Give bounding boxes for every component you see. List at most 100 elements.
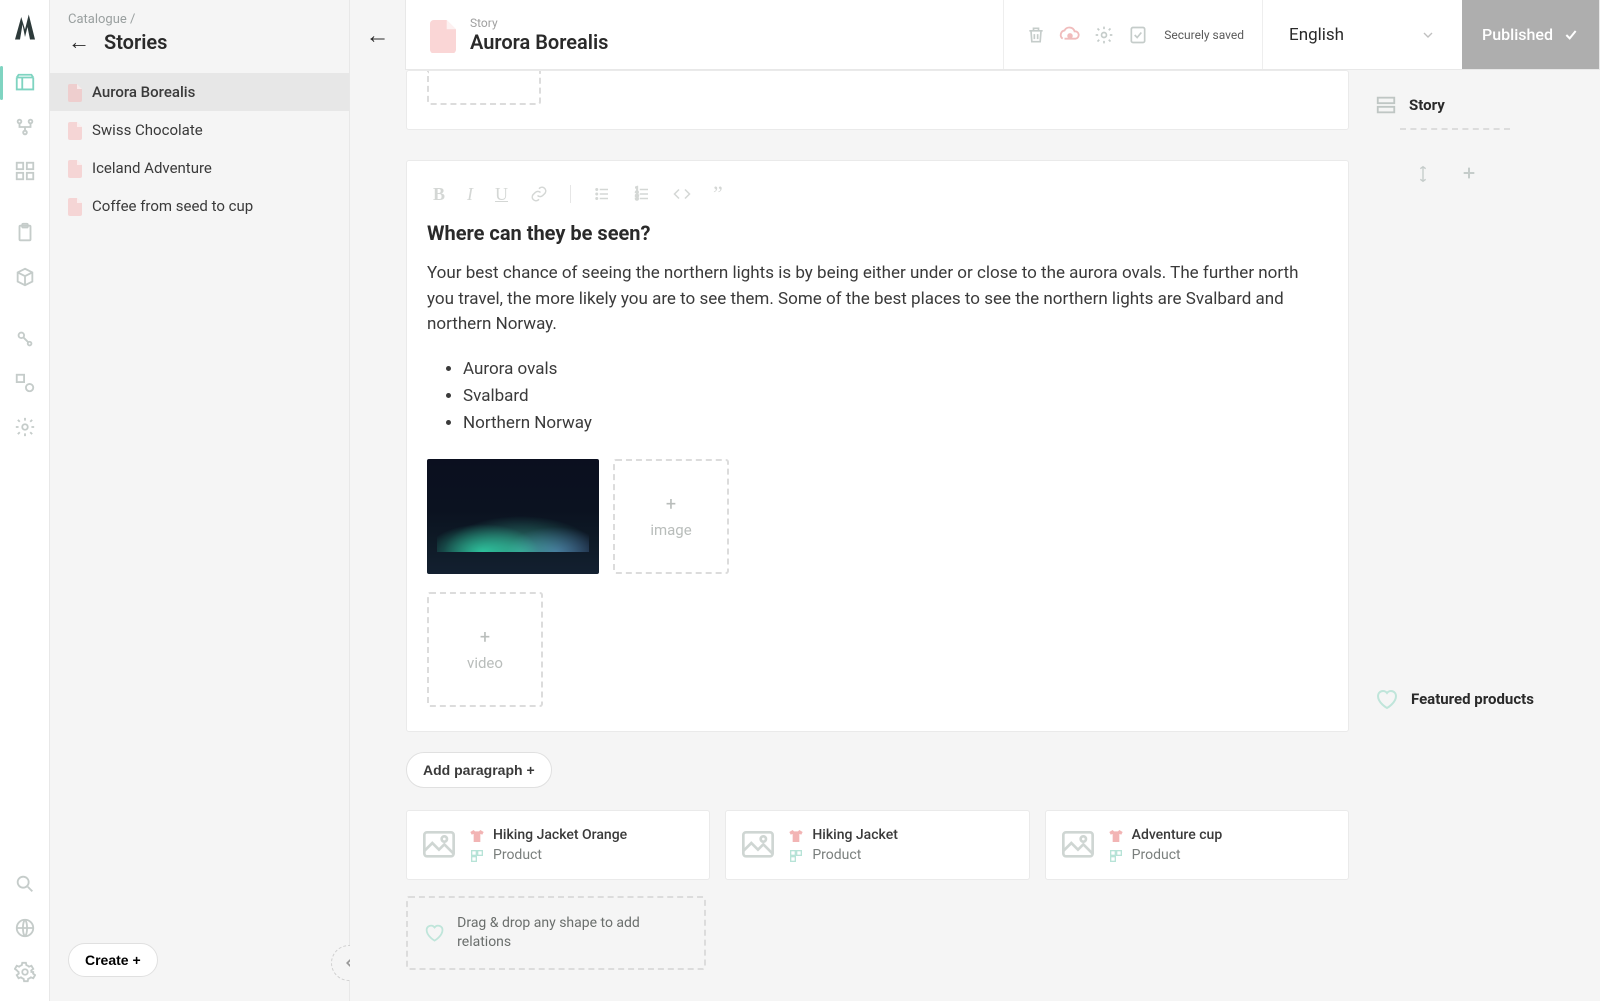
nav-locale-icon[interactable] (14, 917, 36, 939)
add-paragraph-button[interactable]: Add paragraph + (406, 752, 552, 788)
document-icon (68, 198, 82, 214)
sidebar-item-aurora[interactable]: Aurora Borealis (50, 73, 349, 111)
check-icon (1563, 27, 1579, 43)
component-label-story: Story (1375, 94, 1445, 116)
nav-gear-icon[interactable] (14, 961, 36, 983)
language-value: English (1289, 25, 1344, 45)
settings-icon[interactable] (1090, 21, 1118, 49)
add-image-button[interactable]: + image (613, 459, 729, 574)
product-name: Hiking Jacket Orange (493, 827, 627, 843)
heart-icon (424, 923, 445, 943)
list-item: Svalbard (463, 383, 1328, 410)
component-label-text: Featured products (1411, 690, 1534, 708)
relations-hint: Drag & drop any shape to add relations (457, 914, 688, 952)
unpublish-icon[interactable] (1056, 21, 1084, 49)
nav-clipboard-icon[interactable] (14, 222, 36, 244)
add-media-placeholder[interactable] (427, 71, 541, 105)
paragraph-card-truncated (406, 70, 1349, 130)
save-status-icon (1124, 21, 1152, 49)
sidebar: Catalogue / ← Stories Aurora Borealis Sw… (50, 0, 350, 1001)
list-item: Northern Norway (463, 410, 1328, 437)
document-icon (68, 160, 82, 176)
nav-settings-icon[interactable] (14, 416, 36, 438)
breadcrumb[interactable]: Catalogue / (68, 12, 331, 27)
header-back-button[interactable]: ← (350, 0, 405, 70)
paragraph-card: B I U 123 ” Where can they be seen? Your… (406, 160, 1349, 732)
nav-grid-icon[interactable] (14, 160, 36, 182)
list-item: Aurora ovals (463, 356, 1328, 383)
sidebar-item-label: Coffee from seed to cup (92, 197, 253, 215)
plus-icon: + (666, 494, 676, 515)
article-heading[interactable]: Where can they be seen? (427, 221, 1328, 245)
sidebar-item-iceland[interactable]: Iceland Adventure (50, 149, 349, 187)
publish-label: Published (1482, 25, 1553, 44)
divider (1400, 128, 1510, 130)
paragraph-component-icon (1375, 94, 1397, 116)
quote-icon[interactable]: ” (713, 181, 723, 207)
saved-status: Securely saved (1164, 28, 1244, 42)
sidebar-back-icon[interactable]: ← (68, 29, 90, 55)
workspace: ← Story Aurora Borealis Securely saved E… (350, 0, 1600, 1001)
code-icon[interactable] (673, 185, 691, 203)
language-select[interactable]: English (1262, 0, 1462, 69)
placeholder-label: image (650, 521, 691, 539)
article-list[interactable]: Aurora ovals Svalbard Northern Norway (463, 356, 1328, 438)
document-icon (68, 122, 82, 138)
ol-icon[interactable]: 123 (633, 185, 651, 203)
editor-header: Story Aurora Borealis Securely saved Eng… (405, 0, 1600, 70)
heart-icon (1375, 688, 1399, 710)
nav-box-icon[interactable] (14, 266, 36, 288)
link-icon[interactable] (530, 185, 548, 203)
drag-handle-icon[interactable] (1415, 165, 1431, 183)
add-icon[interactable] (1461, 165, 1477, 183)
nav-shapes-icon[interactable] (14, 372, 36, 394)
product-type: Product (493, 847, 542, 863)
header-kicker: Story (470, 16, 608, 30)
sidebar-item-coffee[interactable]: Coffee from seed to cup (50, 187, 349, 225)
product-type-icon (469, 848, 485, 862)
sidebar-item-label: Swiss Chocolate (92, 121, 203, 139)
sidebar-item-label: Iceland Adventure (92, 159, 212, 177)
italic-icon[interactable]: I (467, 184, 473, 205)
nav-webhook-icon[interactable] (14, 328, 36, 350)
nav-search-icon[interactable] (14, 873, 36, 895)
plus-icon: + (480, 627, 490, 648)
featured-products-row: Hiking Jacket Orange Product Hiking Jack… (406, 810, 1349, 880)
image-thumbnail[interactable] (427, 459, 599, 574)
bold-icon[interactable]: B (433, 184, 445, 205)
shirt-icon (469, 828, 485, 842)
page-title: Aurora Borealis (470, 30, 608, 54)
publish-status-button[interactable]: Published (1462, 0, 1599, 69)
product-type: Product (812, 847, 861, 863)
nav-catalogue-icon[interactable] (14, 72, 36, 94)
image-icon (423, 831, 455, 859)
relations-dropzone[interactable]: Drag & drop any shape to add relations (406, 896, 706, 970)
product-name: Adventure cup (1132, 827, 1223, 843)
product-card[interactable]: Hiking Jacket Product (725, 810, 1029, 880)
image-icon (1062, 831, 1094, 859)
component-label-featured: Featured products (1375, 688, 1534, 710)
underline-icon[interactable]: U (495, 184, 508, 205)
sidebar-item-swiss[interactable]: Swiss Chocolate (50, 111, 349, 149)
product-name: Hiking Jacket (812, 827, 898, 843)
add-video-button[interactable]: + video (427, 592, 543, 707)
delete-icon[interactable] (1022, 21, 1050, 49)
component-label-text: Story (1409, 96, 1445, 114)
product-card[interactable]: Adventure cup Product (1045, 810, 1349, 880)
sidebar-item-label: Aurora Borealis (92, 83, 195, 101)
product-card[interactable]: Hiking Jacket Orange Product (406, 810, 710, 880)
richtext-toolbar: B I U 123 ” (427, 181, 1328, 207)
app-logo-icon (10, 12, 40, 42)
document-icon (68, 84, 82, 100)
ul-icon[interactable] (593, 185, 611, 203)
shirt-icon (1108, 828, 1124, 842)
placeholder-label: video (467, 654, 503, 672)
article-paragraph[interactable]: Your best chance of seeing the northern … (427, 261, 1328, 338)
chevron-down-icon (1420, 27, 1436, 43)
svg-text:3: 3 (635, 195, 638, 202)
product-type-icon (1108, 848, 1124, 862)
shirt-icon (788, 828, 804, 842)
create-button[interactable]: Create + (68, 943, 158, 977)
product-type-icon (788, 848, 804, 862)
nav-tree-icon[interactable] (14, 116, 36, 138)
